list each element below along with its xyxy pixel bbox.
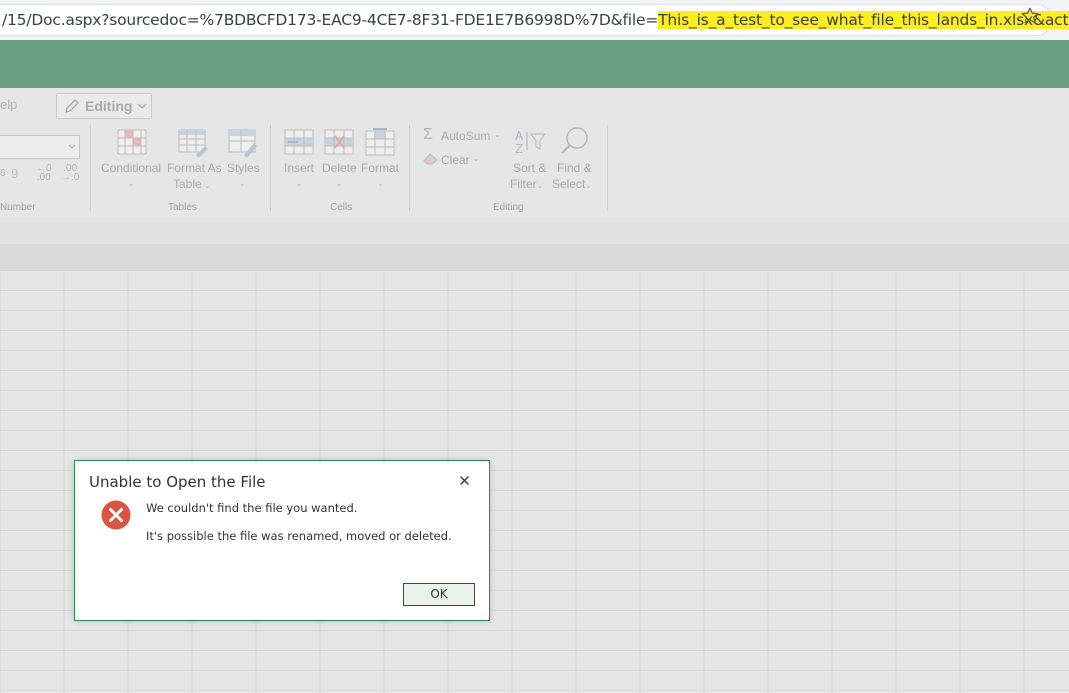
increase-decimal-button[interactable]: ←0.00 (36, 164, 52, 183)
clear-label: Clear (441, 153, 470, 167)
group-divider (90, 125, 91, 211)
chevron-down-icon (68, 144, 76, 149)
dialog-message-1: We couldn't find the file you wanted. (146, 501, 358, 515)
editing-group-label: Editing (493, 202, 524, 213)
close-icon[interactable] (457, 473, 473, 489)
pencil-icon (65, 99, 79, 113)
dialog-message-2: It's possible the file was renamed, move… (146, 529, 452, 543)
chevron-down-icon: ⌄ (296, 179, 303, 188)
decrease-decimal-button[interactable]: .00 →.0 (61, 164, 80, 183)
url-field[interactable]: /15/Doc.aspx?sourcedoc=%7BDBCFD173-EAC9-… (0, 4, 1069, 36)
select-label: Select (552, 177, 586, 191)
group-divider (270, 125, 271, 211)
format-cells-icon (365, 128, 395, 156)
svg-text:Z: Z (515, 142, 523, 156)
group-divider (409, 125, 410, 211)
chevron-down-icon: ⌄ (336, 179, 343, 188)
column-header-row (0, 244, 1069, 270)
chevron-down-icon: ⌄ (377, 179, 384, 188)
format-as-label-2: Table ⌄ (173, 177, 211, 191)
star-icon[interactable] (1020, 6, 1040, 26)
format-label: Format (361, 161, 400, 175)
filter-label: Filter (510, 177, 537, 191)
sort-filter-label-1: Sort & (513, 161, 547, 175)
tables-group-label: Tables (168, 202, 197, 213)
url-prefix: /15/Doc.aspx?sourcedoc=%7BDBCFD173-EAC9-… (2, 11, 659, 29)
error-x-icon (101, 500, 131, 535)
comma-icon[interactable]: 9 (11, 166, 18, 181)
error-dialog: Unable to Open the File We couldn't find… (74, 460, 490, 621)
chevron-down-icon: ⌄ (239, 179, 246, 188)
format-as-table-icon (178, 129, 208, 157)
delete-cells-icon (324, 129, 354, 155)
number-group-label: Number (0, 202, 36, 213)
decrease-decimal-label: .0 (71, 172, 80, 183)
dialog-title: Unable to Open the File (89, 473, 266, 491)
cell-styles-icon (228, 129, 257, 157)
percent-icon[interactable]: 6 (0, 168, 6, 179)
editing-mode-label: Editing (85, 98, 133, 114)
find-select-label-1: Find & (557, 161, 592, 175)
conditional-formatting-icon (117, 129, 147, 155)
find-select-label-2: Select⌄ (552, 177, 593, 191)
cells-group-label: Cells (330, 202, 353, 213)
url-highlighted-filename: This_is_a_test_to_see_what_file_this_lan… (658, 11, 1069, 29)
formula-bar (0, 218, 1069, 244)
eraser-icon (423, 153, 438, 165)
svg-text:A: A (515, 129, 524, 143)
ribbon: elp Editing 6 9 ←0.00 .00 →.0 Number Cond… (0, 88, 1069, 218)
editing-mode-button[interactable]: Editing (56, 93, 152, 119)
group-divider (607, 125, 608, 211)
table-label: Table (173, 177, 202, 191)
insert-label: Insert (284, 161, 315, 175)
sort-filter-icon: AZ (515, 129, 546, 156)
styles-label: Styles (227, 161, 260, 175)
delete-label: Delete (322, 161, 357, 175)
chevron-down-icon (137, 103, 147, 109)
chevron-down-icon: ⌄ (473, 154, 480, 163)
autosum-label: AutoSum (441, 129, 491, 143)
insert-cells-icon (284, 129, 314, 155)
sigma-icon: Σ (423, 126, 433, 143)
app-header-bar (0, 40, 1069, 88)
magnifier-icon (561, 127, 588, 154)
increase-decimal-label: .00 (36, 172, 51, 183)
chevron-down-icon: ⌄ (494, 130, 501, 139)
chevron-down-icon: ⌄ (128, 179, 135, 188)
ok-button[interactable]: OK (403, 583, 475, 606)
format-as-label-1: Format As (167, 161, 222, 175)
conditional-label: Conditional (101, 161, 162, 175)
number-format-dropdown[interactable] (0, 135, 80, 159)
url-text[interactable]: /15/Doc.aspx?sourcedoc=%7BDBCFD173-EAC9-… (2, 5, 1069, 35)
sort-filter-label-2: Filter⌄ (510, 177, 544, 191)
tab-help[interactable]: elp (0, 97, 17, 112)
browser-address-bar: /15/Doc.aspx?sourcedoc=%7BDBCFD173-EAC9-… (0, 0, 1069, 40)
